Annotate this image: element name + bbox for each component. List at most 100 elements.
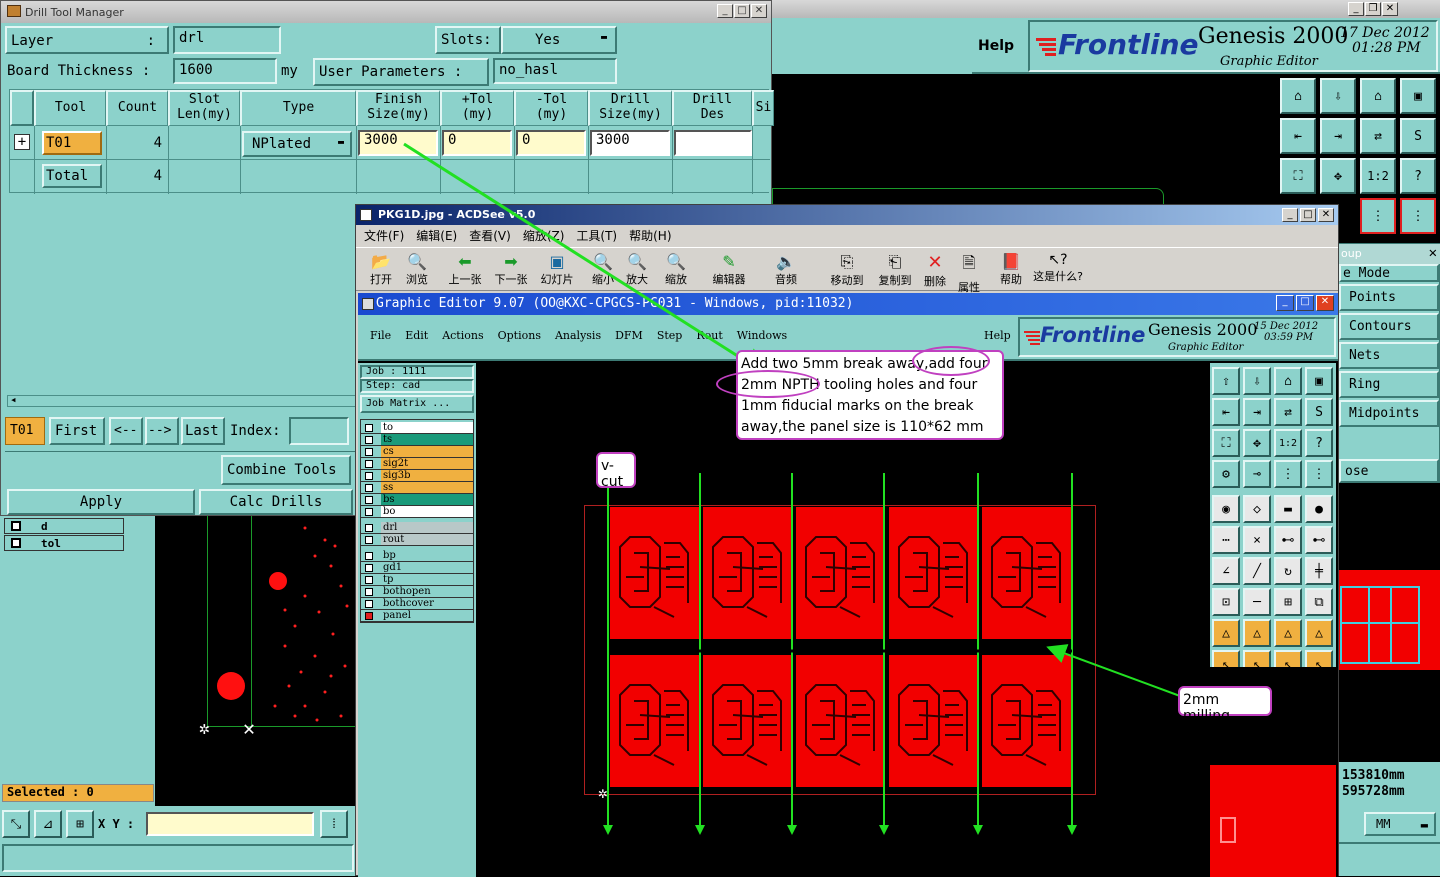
fit-icon[interactable]: ⛶ (1212, 429, 1240, 457)
calc-drills-button[interactable]: Calc Drills (199, 489, 353, 515)
layer-row-sig2t[interactable]: sig2t (361, 458, 473, 470)
export-icon[interactable]: ⇩ (1320, 78, 1356, 114)
close-button[interactable]: ✕ (1316, 295, 1334, 311)
editor-button[interactable]: ✎ 编辑器 (706, 252, 752, 287)
row-tool[interactable]: T01 (42, 131, 102, 155)
segment-icon[interactable]: ─ (1243, 588, 1271, 616)
layer-row-cs[interactable]: cs (361, 446, 473, 458)
help-toolbar-button[interactable]: 📕 帮助 (996, 252, 1026, 287)
checkbox-icon[interactable] (11, 538, 21, 548)
zoom-out-button[interactable]: 🔍 缩小 (588, 252, 618, 287)
link-a-icon[interactable]: ⊷ (1274, 526, 1302, 554)
index-input[interactable] (289, 417, 349, 445)
move-right-icon[interactable]: ⇥ (1320, 118, 1356, 154)
pan-icon[interactable]: ✥ (1320, 158, 1356, 194)
layer-row-bs[interactable]: bs (361, 494, 473, 506)
minimize-button[interactable]: _ (1348, 2, 1364, 16)
layer-row-drl[interactable]: drl (361, 522, 473, 534)
pad-icon[interactable]: ◉ (1212, 495, 1240, 523)
right-icon[interactable]: ⇥ (1243, 398, 1271, 426)
link-b-icon[interactable]: ⊷ (1305, 526, 1333, 554)
popup-close-button[interactable]: ose (1339, 459, 1439, 483)
s-curve-icon[interactable]: S (1400, 118, 1436, 154)
col-header-ptol[interactable]: +Tol (my) (440, 90, 514, 126)
layer-row-ss[interactable]: ss (361, 482, 473, 494)
inner-menu-step[interactable]: Step (657, 329, 683, 342)
dot-icon[interactable]: ● (1305, 495, 1333, 523)
row-drill-size[interactable]: 3000 (590, 130, 670, 156)
layers-a-icon[interactable]: ⋮ (1274, 460, 1302, 488)
help-icon[interactable]: ? (1305, 429, 1333, 457)
col-header-drill-des[interactable]: Drill Des (672, 90, 752, 126)
layer-field[interactable]: drl (173, 26, 281, 54)
s-curve-icon[interactable]: S (1305, 398, 1333, 426)
browse-button[interactable]: 🔍 浏览 (400, 252, 434, 287)
popup-mode[interactable]: e Mode (1339, 264, 1439, 282)
layer-row-bothcover[interactable]: bothcover (361, 598, 473, 610)
flip-icon[interactable]: ╪ (1305, 557, 1333, 585)
col-header-ntol[interactable]: -Tol (my) (514, 90, 588, 126)
checkbox-icon[interactable] (365, 523, 373, 532)
close-button[interactable]: ✕ (751, 4, 767, 18)
job-matrix-button[interactable]: Job Matrix ... (360, 395, 474, 413)
board-thickness-field[interactable]: 1600 (173, 58, 277, 84)
next-button[interactable]: --> (145, 417, 179, 445)
prev-image-button[interactable]: ⬅ 上一张 (444, 252, 486, 287)
genesis-bg-help[interactable]: Help (978, 38, 1014, 54)
slots-select[interactable]: Yes ▬ (501, 26, 617, 54)
layer-row-panel[interactable]: panel (361, 610, 473, 622)
checkbox-icon[interactable] (365, 447, 373, 456)
layer-row-ts[interactable]: ts (361, 434, 473, 446)
inner-menu-windows[interactable]: Windows (737, 329, 787, 342)
layer-row-bothopen[interactable]: bothopen (361, 586, 473, 598)
copy-icon[interactable]: ⧉ (1305, 588, 1333, 616)
layer-row-rout[interactable]: rout (361, 534, 473, 546)
combine-tools-button[interactable]: Combine Tools (221, 455, 351, 485)
window-icon[interactable]: ▣ (1400, 78, 1436, 114)
popup-ring[interactable]: Ring (1339, 371, 1439, 398)
tri-a-icon[interactable]: △ (1212, 619, 1240, 647)
minimize-button[interactable]: _ (1282, 208, 1298, 222)
row-finish-input[interactable]: 3000 (358, 130, 438, 156)
layers-b-icon[interactable]: ⋮ (1305, 460, 1333, 488)
wire-icon[interactable]: ⊸ (1243, 460, 1271, 488)
col-header-type[interactable]: Type (240, 90, 356, 126)
inner-menu-rout[interactable]: Rout (696, 329, 722, 342)
checkbox-icon[interactable] (365, 587, 373, 596)
last-button[interactable]: Last (181, 417, 225, 445)
layers-red-icon[interactable]: ⋮ (1360, 198, 1396, 234)
layer-item-tol[interactable]: tol (4, 535, 124, 551)
inner-menu-edit[interactable]: Edit (405, 329, 428, 342)
home-icon[interactable]: ⌂ (1274, 367, 1302, 395)
help-icon[interactable]: ? (1400, 158, 1436, 194)
popup-close-icon[interactable]: ✕ (1429, 245, 1437, 261)
checkbox-icon[interactable] (365, 483, 373, 492)
tri-c-icon[interactable]: △ (1274, 619, 1302, 647)
properties-button[interactable]: 🗎 属性 (954, 252, 984, 295)
prev-button[interactable]: <-- (109, 417, 143, 445)
scale-icon[interactable]: 1:2 (1274, 429, 1302, 457)
checkbox-icon[interactable] (365, 423, 373, 432)
maximize-button[interactable]: □ (734, 4, 750, 18)
menu-zoom[interactable]: 缩放(Z) (523, 227, 565, 243)
inner-menu-dfm[interactable]: DFM (615, 329, 643, 342)
col-header-count[interactable]: Count (106, 90, 168, 126)
left-icon[interactable]: ⇤ (1212, 398, 1240, 426)
unit-select[interactable]: MM ▬ (1364, 812, 1436, 836)
window-icon[interactable]: ▣ (1305, 367, 1333, 395)
checkbox-icon[interactable] (365, 507, 373, 516)
inner-menu-options[interactable]: Options (498, 329, 541, 342)
checkbox-icon[interactable] (365, 599, 373, 608)
copy-to-button[interactable]: ⎗ 复制到 (874, 252, 916, 288)
mirror-icon[interactable]: ⇄ (1360, 118, 1396, 154)
checkbox-icon[interactable] (365, 575, 373, 584)
checkbox-icon[interactable] (365, 459, 373, 468)
minimize-button[interactable]: _ (1276, 295, 1294, 311)
layer-row-gd1[interactable]: gd1 (361, 562, 473, 574)
mirror-icon[interactable]: ⇄ (1274, 398, 1302, 426)
close-button[interactable]: ✕ (1382, 2, 1398, 16)
menu-view[interactable]: 查看(V) (469, 227, 511, 243)
checkbox-icon[interactable] (365, 611, 373, 620)
inner-menu-analysis[interactable]: Analysis (555, 329, 601, 342)
bar-icon[interactable]: ▬ (1274, 495, 1302, 523)
